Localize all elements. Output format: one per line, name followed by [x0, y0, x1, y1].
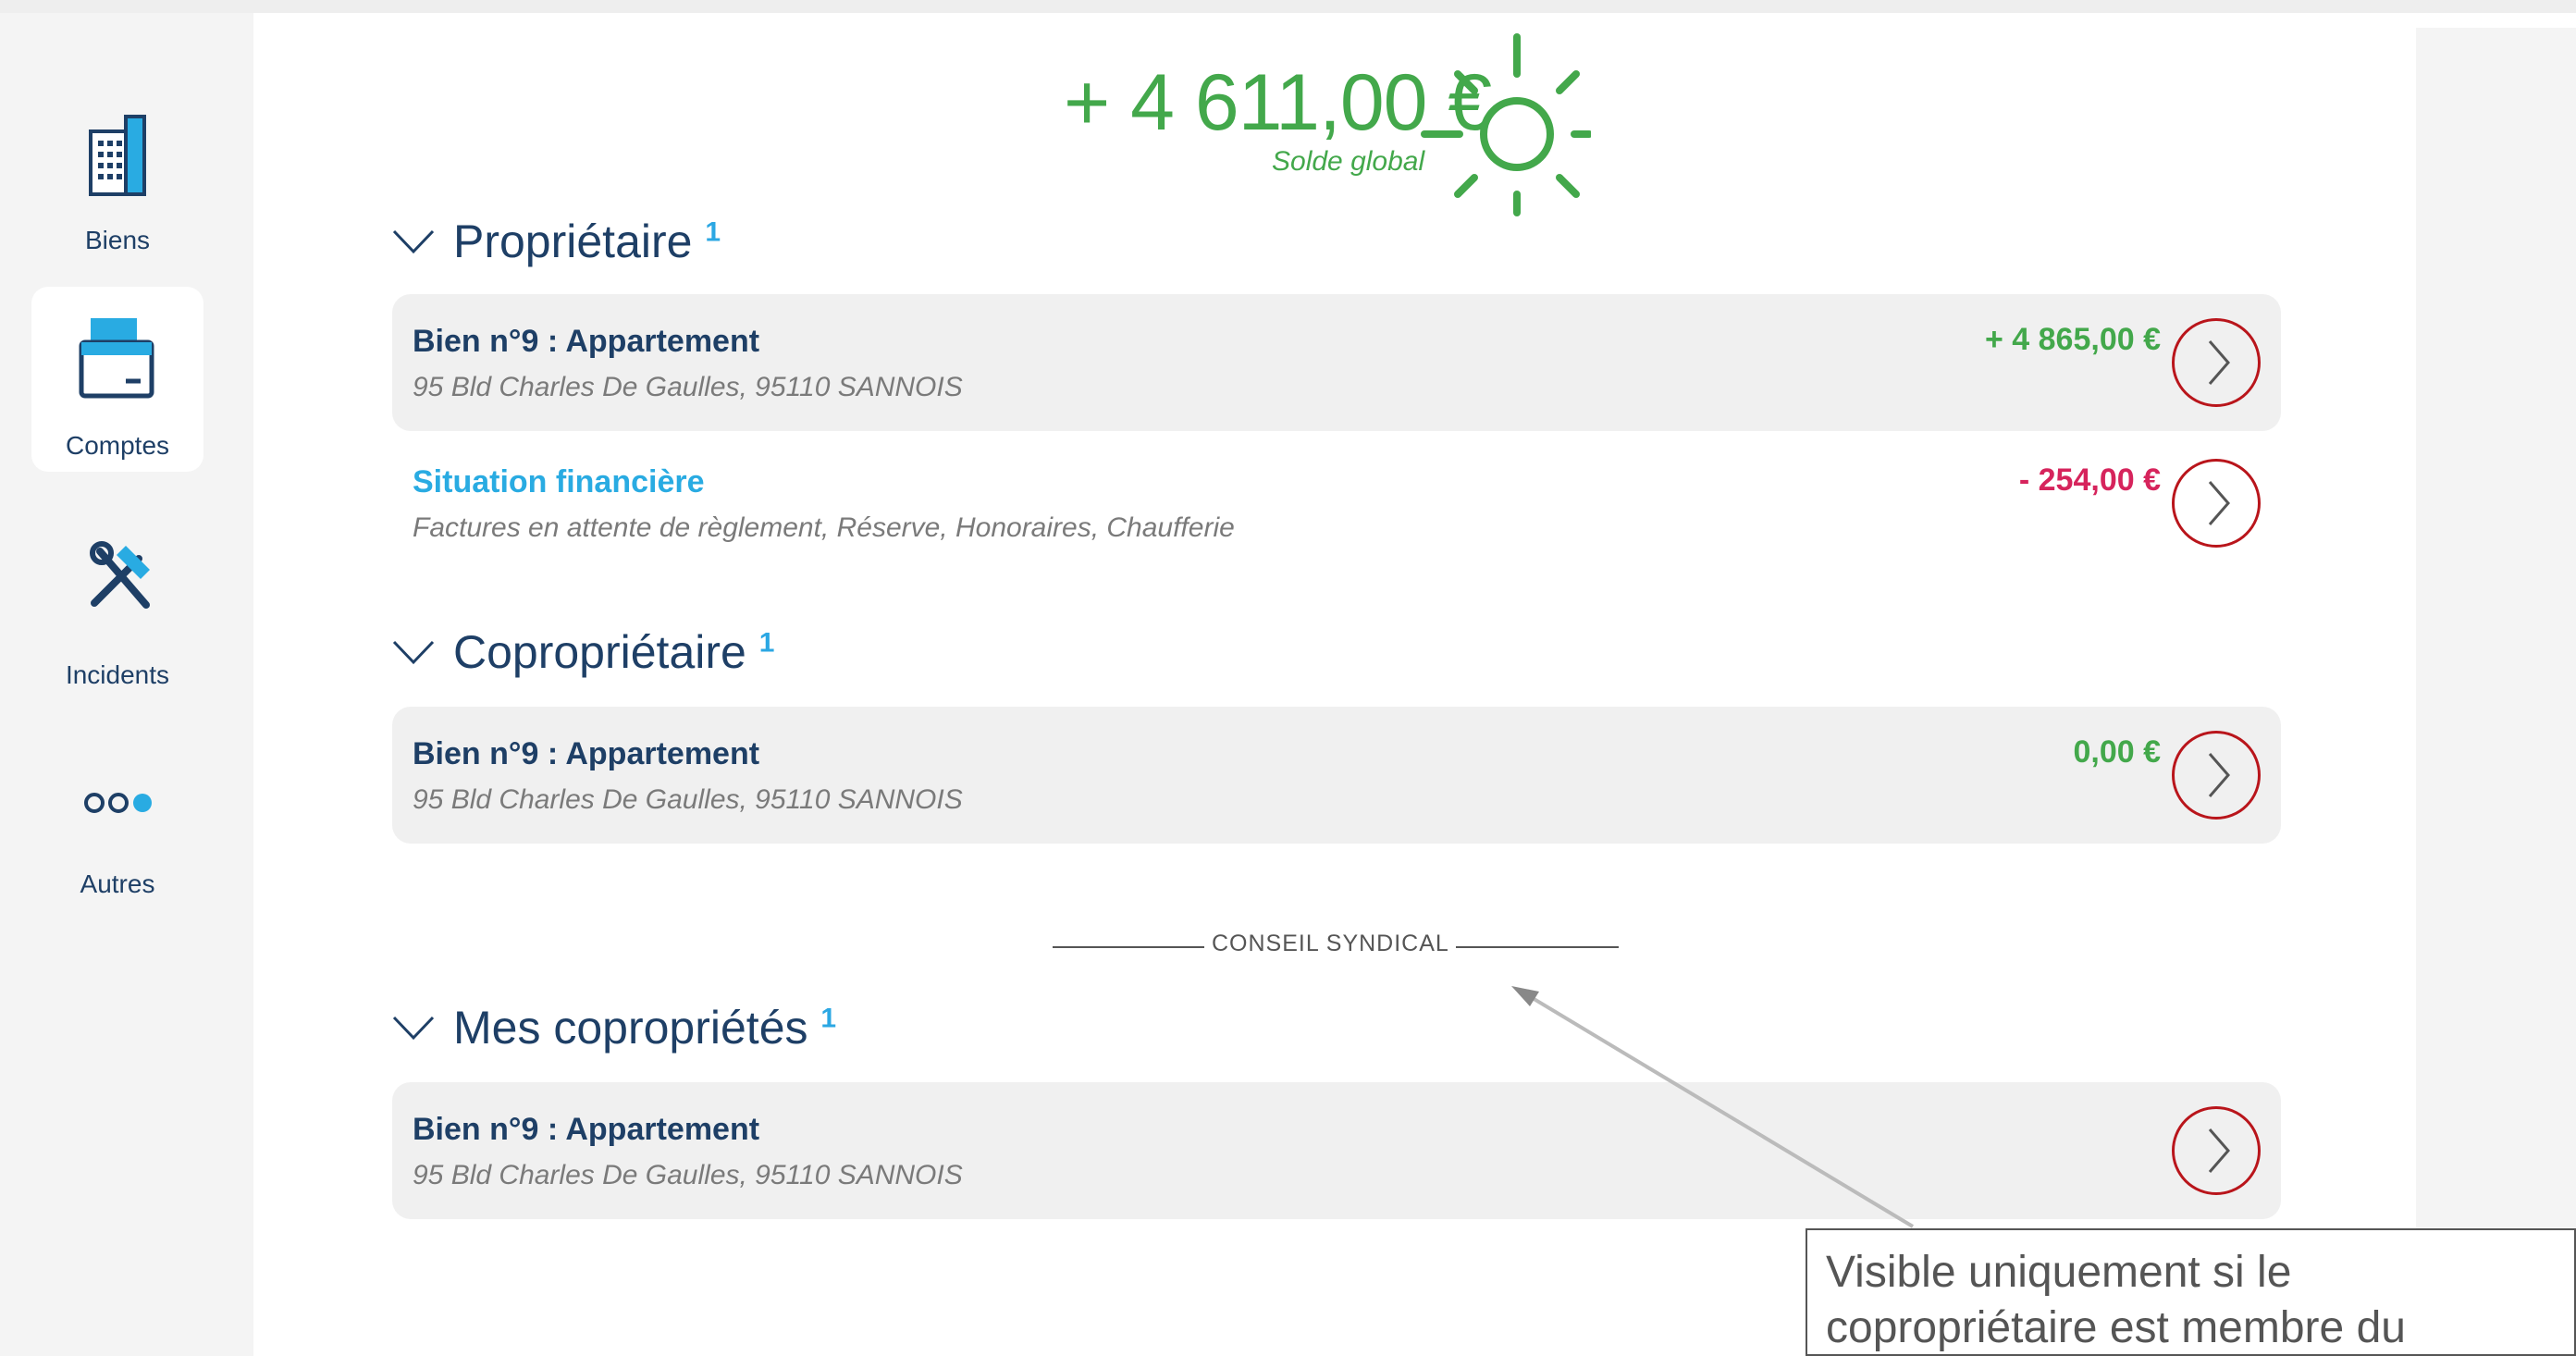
sidebar-item-label: Incidents	[65, 660, 170, 689]
section-count: 1	[820, 1003, 837, 1034]
open-detail-button[interactable]	[2172, 1106, 2261, 1195]
property-title: Bien n°9 : Appartement	[413, 324, 760, 359]
open-detail-button[interactable]	[2172, 318, 2261, 407]
sidebar-item-label: Biens	[84, 226, 151, 254]
amount-value: - 254,00 €	[2018, 462, 2161, 498]
property-address: 95 Bld Charles De Gaulles, 95110 SANNOIS	[413, 784, 963, 815]
section-count: 1	[705, 216, 721, 248]
top-bar	[0, 0, 2576, 13]
chevron-right-icon	[2208, 1128, 2230, 1173]
chevron-down-icon[interactable]	[392, 640, 435, 666]
sidebar-item-autres[interactable]: Autres	[31, 781, 203, 910]
amount-value: + 4 865,00 €	[1984, 322, 2161, 357]
financial-situation-title: Situation financière	[413, 464, 705, 499]
open-detail-button[interactable]	[2172, 459, 2261, 548]
financial-situation-details: Factures en attente de règlement, Réserv…	[413, 512, 1235, 543]
chevron-right-icon	[2208, 753, 2230, 797]
annotation-callout: Visible uniquement si le copropriétaire …	[1806, 1228, 2576, 1356]
open-detail-button[interactable]	[2172, 731, 2261, 820]
property-title: Bien n°9 : Appartement	[413, 1112, 760, 1147]
chevron-right-icon	[2208, 340, 2230, 385]
chevron-down-icon[interactable]	[392, 1016, 435, 1042]
list-item[interactable]: Bien n°9 : Appartement 95 Bld Charles De…	[392, 294, 2281, 431]
divider-line-left	[1053, 946, 1204, 948]
sidebar-item-label: Autres	[80, 869, 155, 898]
more-dots-icon	[84, 793, 152, 813]
tools-icon	[90, 541, 150, 609]
property-address: 95 Bld Charles De Gaulles, 95110 SANNOIS	[413, 372, 963, 402]
chevron-right-icon	[2208, 481, 2230, 525]
global-balance-label: Solde global	[1272, 146, 1425, 177]
building-icon	[89, 115, 146, 196]
sidebar-item-comptes[interactable]: Comptes	[31, 287, 203, 472]
section-title-proprietaire[interactable]: Propriétaire 1	[453, 215, 721, 268]
section-title-coproprietaire[interactable]: Copropriétaire 1	[453, 625, 774, 679]
property-address: 95 Bld Charles De Gaulles, 95110 SANNOIS	[413, 1160, 963, 1190]
divider-line-right	[1456, 946, 1619, 948]
section-count: 1	[758, 627, 775, 659]
sun-icon	[1421, 33, 1591, 216]
right-panel	[2416, 28, 2576, 1356]
section-title-mes-coproprietes[interactable]: Mes copropriétés 1	[453, 1001, 836, 1054]
sidebar: Biens Comptes Incidents Autres	[0, 13, 253, 1356]
council-divider-label: CONSEIL SYNDICAL	[1212, 931, 1449, 956]
amount-value: 0,00 €	[2073, 734, 2161, 770]
chevron-down-icon[interactable]	[392, 229, 435, 255]
sidebar-item-label: Comptes	[65, 431, 170, 460]
sidebar-item-biens[interactable]: Biens	[31, 96, 203, 272]
property-title: Bien n°9 : Appartement	[413, 736, 760, 771]
sidebar-item-incidents[interactable]: Incidents	[31, 536, 203, 694]
wallet-icon	[79, 318, 154, 399]
list-item[interactable]: Bien n°9 : Appartement 95 Bld Charles De…	[392, 707, 2281, 844]
list-item[interactable]: Situation financière Factures en attente…	[392, 435, 2281, 572]
list-item[interactable]: Bien n°9 : Appartement 95 Bld Charles De…	[392, 1082, 2281, 1219]
